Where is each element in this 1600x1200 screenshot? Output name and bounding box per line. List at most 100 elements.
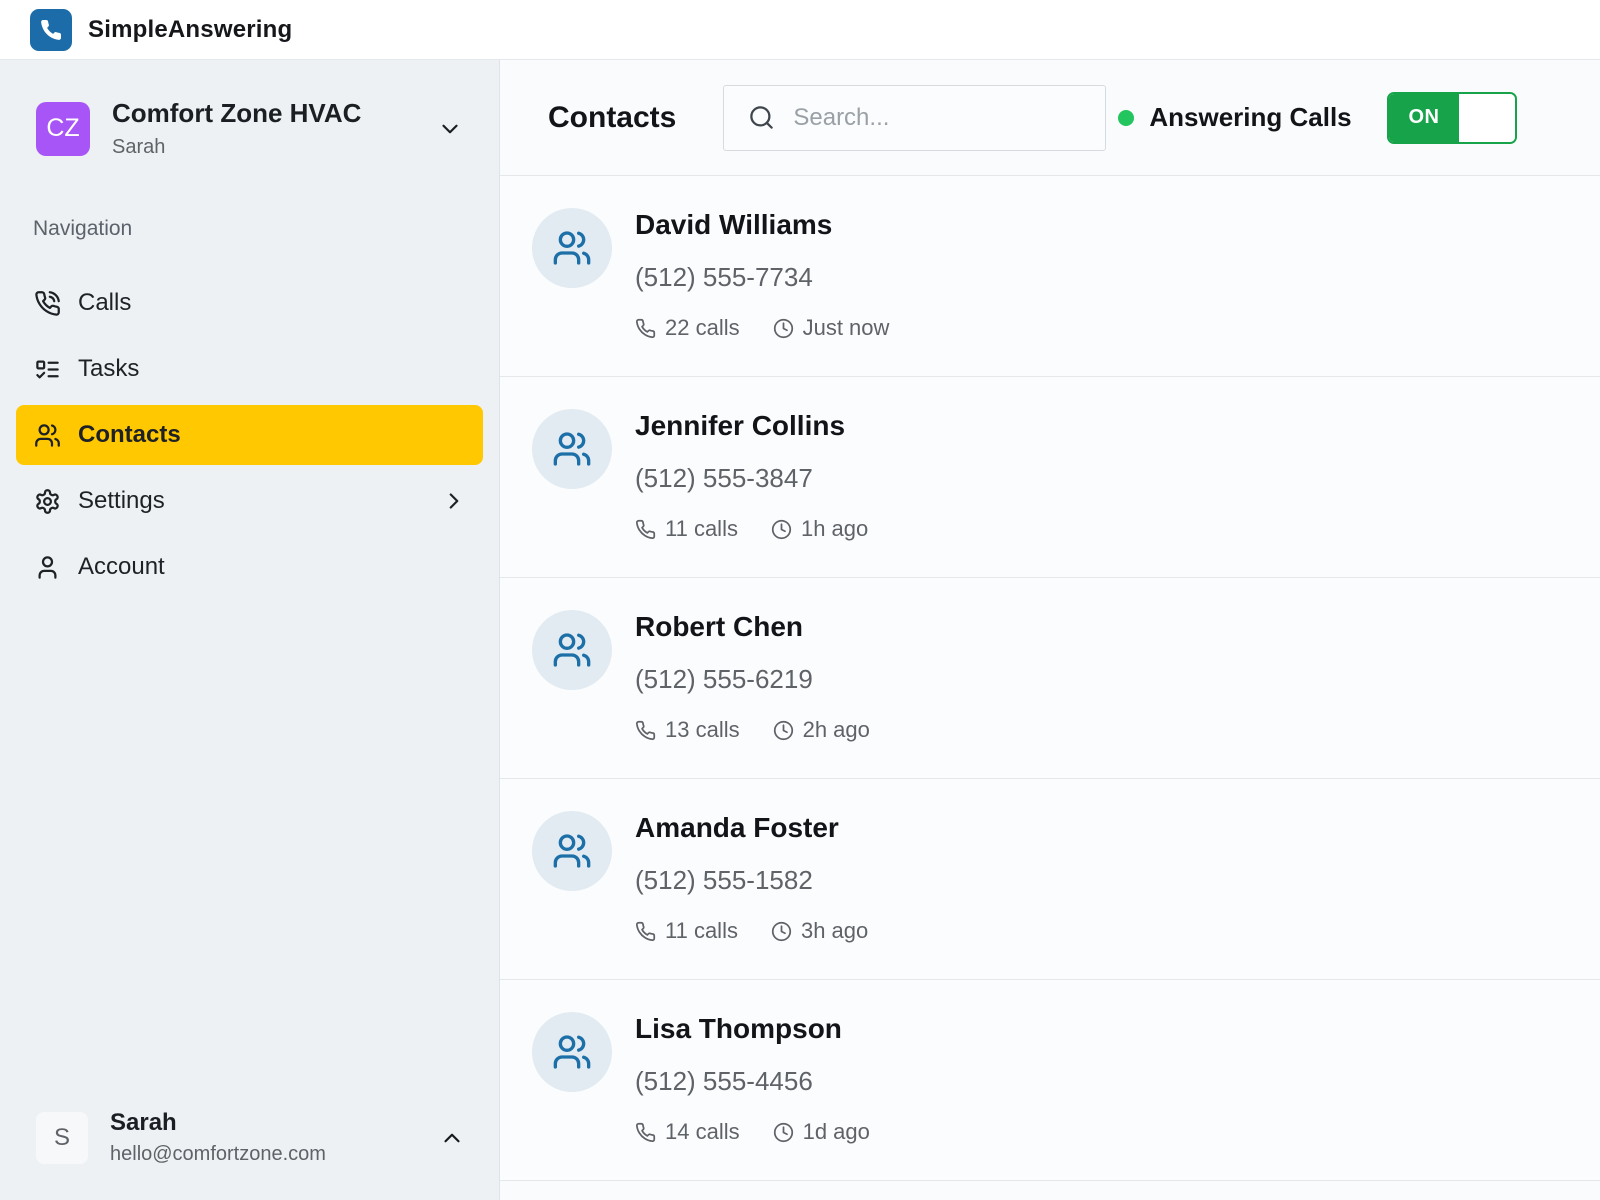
last-contact: 1d ago	[773, 1119, 870, 1145]
sidebar-item-calls[interactable]: Calls	[16, 273, 483, 333]
toggle-knob	[1459, 94, 1515, 142]
app-logo	[30, 9, 72, 51]
sidebar-item-contacts[interactable]: Contacts	[16, 405, 483, 465]
last-contact-text: 2h ago	[803, 717, 870, 743]
sidebar: CZ Comfort Zone HVAC Sarah Navigation	[0, 60, 500, 1200]
contact-name: Amanda Foster	[635, 812, 868, 844]
search-input[interactable]	[793, 104, 1085, 132]
last-contact: Just now	[773, 315, 890, 341]
last-contact-text: Just now	[803, 315, 890, 341]
phone-icon	[39, 18, 63, 42]
user-avatar: S	[36, 1112, 88, 1164]
nav-menu: Calls Tasks	[0, 267, 499, 603]
search-box[interactable]	[723, 85, 1106, 151]
sidebar-item-label: Account	[78, 553, 165, 581]
user-menu[interactable]: S Sarah hello@comfortzone.com	[36, 1109, 465, 1166]
answering-status: Answering Calls	[1118, 102, 1351, 133]
status-dot-icon	[1118, 110, 1134, 126]
phone-call-icon	[34, 290, 61, 317]
users-icon	[34, 422, 61, 449]
phone-icon	[635, 921, 656, 942]
user-email: hello@comfortzone.com	[110, 1143, 439, 1166]
call-count: 11 calls	[635, 918, 738, 944]
contact-avatar	[532, 409, 612, 489]
main-content: Contacts Answering Calls ON	[500, 60, 1600, 1200]
contact-row[interactable]: David Williams (512) 555-7734 22 calls J…	[500, 176, 1600, 377]
sidebar-item-tasks[interactable]: Tasks	[16, 339, 483, 399]
call-count: 11 calls	[635, 516, 738, 542]
main-header: Contacts Answering Calls ON	[500, 60, 1600, 176]
user-name: Sarah	[110, 1109, 439, 1137]
last-contact: 1h ago	[771, 516, 868, 542]
last-contact-text: 3h ago	[801, 918, 868, 944]
app-window: SimpleAnswering CZ Comfort Zone HVAC Sar…	[0, 0, 1600, 1200]
contact-row[interactable]: Robert Chen (512) 555-6219 13 calls 2h a…	[500, 578, 1600, 779]
clock-icon	[773, 720, 794, 741]
contact-name: Robert Chen	[635, 611, 870, 643]
call-count-text: 14 calls	[665, 1119, 740, 1145]
phone-icon	[635, 1122, 656, 1143]
company-subtitle: Sarah	[112, 136, 437, 159]
users-icon	[552, 228, 592, 268]
contact-phone: (512) 555-7734	[635, 262, 889, 293]
contact-row[interactable]: Lisa Thompson (512) 555-4456 14 calls 1d…	[500, 980, 1600, 1181]
clock-icon	[771, 519, 792, 540]
users-icon	[552, 1032, 592, 1072]
status-label: Answering Calls	[1149, 102, 1351, 133]
company-name: Comfort Zone HVAC	[112, 98, 437, 129]
chevron-right-icon	[441, 488, 467, 514]
contact-phone: (512) 555-6219	[635, 664, 870, 695]
sidebar-item-account[interactable]: Account	[16, 537, 483, 597]
contact-avatar	[532, 208, 612, 288]
list-todo-icon	[34, 356, 61, 383]
top-bar: SimpleAnswering	[0, 0, 1600, 60]
call-count-text: 22 calls	[665, 315, 740, 341]
call-count: 13 calls	[635, 717, 740, 743]
sidebar-item-settings[interactable]: Settings	[16, 471, 483, 531]
phone-icon	[635, 318, 656, 339]
user-icon	[34, 554, 61, 581]
contact-row[interactable]: Jennifer Collins (512) 555-3847 11 calls…	[500, 377, 1600, 578]
phone-icon	[635, 519, 656, 540]
call-count: 22 calls	[635, 315, 740, 341]
answering-toggle[interactable]: ON	[1387, 92, 1517, 144]
chevron-up-icon	[439, 1125, 465, 1151]
contact-name: Jennifer Collins	[635, 410, 868, 442]
last-contact: 3h ago	[771, 918, 868, 944]
app-title: SimpleAnswering	[88, 16, 292, 44]
contact-avatar	[532, 610, 612, 690]
contact-meta: 13 calls 2h ago	[635, 717, 870, 743]
contact-avatar	[532, 1012, 612, 1092]
contact-meta: 11 calls 3h ago	[635, 918, 868, 944]
contact-avatar	[532, 811, 612, 891]
call-count-text: 13 calls	[665, 717, 740, 743]
clock-icon	[771, 921, 792, 942]
contact-meta: 14 calls 1d ago	[635, 1119, 870, 1145]
nav-section-label: Navigation	[33, 217, 499, 241]
contact-name: Lisa Thompson	[635, 1013, 870, 1045]
contact-name: David Williams	[635, 209, 889, 241]
clock-icon	[773, 318, 794, 339]
contact-meta: 22 calls Just now	[635, 315, 889, 341]
sidebar-item-label: Calls	[78, 289, 131, 317]
page-title: Contacts	[548, 101, 676, 135]
contact-list: David Williams (512) 555-7734 22 calls J…	[500, 176, 1600, 1200]
sidebar-item-label: Contacts	[78, 421, 181, 449]
contact-meta: 11 calls 1h ago	[635, 516, 868, 542]
call-count: 14 calls	[635, 1119, 740, 1145]
contact-phone: (512) 555-3847	[635, 463, 868, 494]
company-selector[interactable]: CZ Comfort Zone HVAC Sarah	[36, 98, 463, 159]
users-icon	[552, 831, 592, 871]
users-icon	[552, 429, 592, 469]
last-contact-text: 1h ago	[801, 516, 868, 542]
phone-icon	[635, 720, 656, 741]
search-icon	[748, 104, 775, 131]
sidebar-item-label: Tasks	[78, 355, 139, 383]
last-contact-text: 1d ago	[803, 1119, 870, 1145]
contact-row[interactable]: Amanda Foster (512) 555-1582 11 calls 3h…	[500, 779, 1600, 980]
sidebar-item-label: Settings	[78, 487, 165, 515]
users-icon	[552, 630, 592, 670]
call-count-text: 11 calls	[665, 516, 738, 542]
last-contact: 2h ago	[773, 717, 870, 743]
contact-phone: (512) 555-4456	[635, 1066, 870, 1097]
